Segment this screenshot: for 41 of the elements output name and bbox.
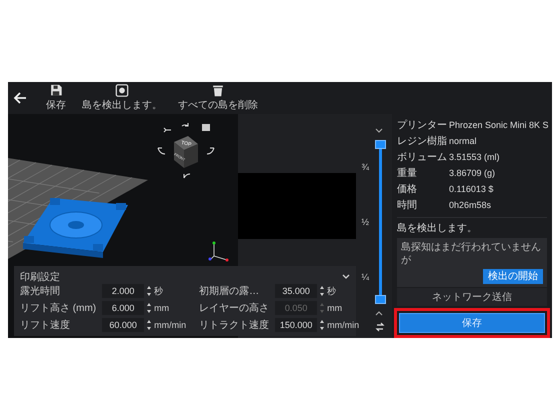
info-label: 重量	[397, 167, 418, 180]
toolbar-button[interactable]: すべての島を削除	[174, 82, 262, 114]
unit-label: 秒	[327, 284, 338, 298]
unit-label: mm/min	[154, 320, 186, 330]
section-title: 島を検出します。	[397, 222, 478, 235]
number-field[interactable]: 150.000	[275, 318, 318, 332]
field-label: 露光時間	[20, 284, 61, 298]
number-field[interactable]: 2.000	[102, 284, 144, 298]
info-label: 価格	[397, 183, 418, 196]
start-detection-button[interactable]: 検出の開始	[483, 269, 543, 284]
info-value: 3.51553 (ml)	[449, 151, 501, 164]
slider-mark: ½	[361, 216, 369, 227]
info-label: 時間	[397, 199, 418, 212]
field-label: リフト速度	[20, 318, 71, 332]
unit-label: 秒	[154, 284, 164, 298]
field-label: レイヤーの高さ	[199, 302, 270, 315]
number-field[interactable]: 35.000	[275, 284, 318, 298]
number-field[interactable]: 6.000	[102, 301, 144, 315]
info-value: 0.116013 $	[449, 183, 494, 196]
unit-label: mm	[154, 303, 170, 313]
info-value: 3.86709 (g)	[449, 167, 496, 180]
info-label: ボリューム	[397, 151, 448, 164]
panel-title: 印刷設定	[20, 270, 60, 284]
field-label: 初期層の露…	[199, 284, 260, 298]
info-label: レジン樹脂	[397, 135, 448, 148]
info-value: normal	[449, 135, 478, 148]
info-label: プリンター	[397, 119, 448, 132]
save-button[interactable]: 保存	[399, 313, 545, 333]
info-value: Phrozen Sonic Mini 8K S	[449, 119, 549, 132]
toolbar-button[interactable]: 島を検出します。	[78, 82, 166, 114]
unit-label: mm	[327, 303, 344, 313]
toolbar-button[interactable]: 保存	[42, 82, 70, 114]
field-label: リフト高さ (mm)	[20, 302, 98, 315]
info-value: 0h26m58s	[449, 199, 492, 212]
unit-label: mm/min	[327, 320, 360, 330]
number-field[interactable]: 60.000	[102, 318, 144, 332]
field-label: リトラクト速度	[199, 318, 270, 332]
slider-mark: ¾	[361, 162, 369, 172]
network-send-button[interactable]: ネットワーク送信	[397, 288, 547, 306]
status-message: 島探知はまだ行われていませんが	[401, 241, 542, 267]
slider-mark: ¼	[361, 272, 369, 282]
